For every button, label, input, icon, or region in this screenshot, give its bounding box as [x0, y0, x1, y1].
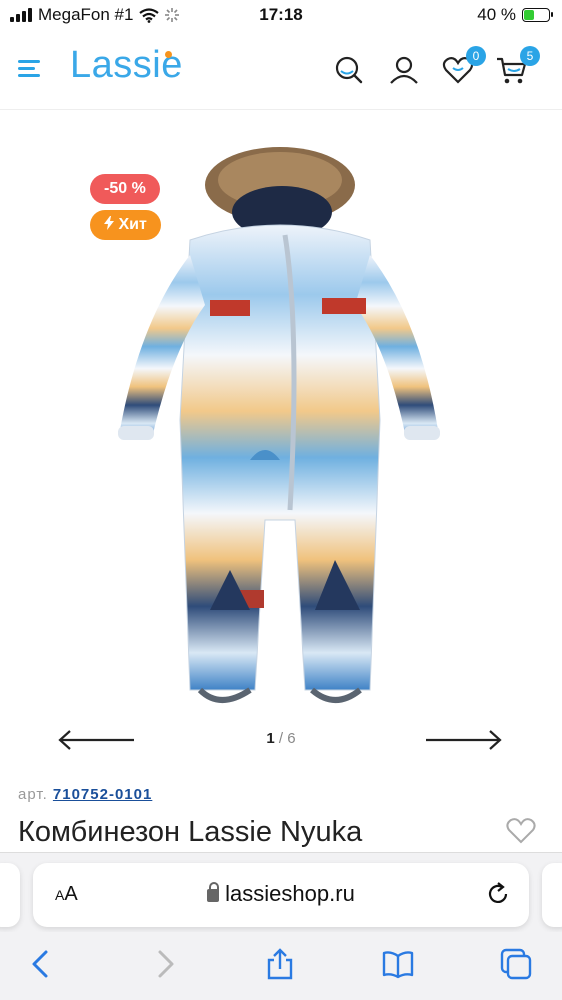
- browser-address-area: AA lassieshop.ru: [0, 852, 562, 932]
- cart-count-badge: 5: [520, 46, 540, 66]
- lightning-icon: [104, 216, 114, 230]
- favorites-button[interactable]: 0: [442, 46, 486, 86]
- tabs-icon[interactable]: [500, 948, 532, 980]
- url-text: lassieshop.ru: [225, 881, 355, 906]
- back-icon[interactable]: [26, 948, 58, 980]
- pager-separator: /: [278, 730, 284, 747]
- reload-icon[interactable]: [485, 881, 511, 907]
- hit-badge: Хит: [90, 210, 161, 240]
- product-gallery: -50 % Хит 1 / 6: [0, 110, 562, 770]
- status-bar: MegaFon #1 17:18 40 %: [0, 0, 562, 30]
- hit-badge-label: Хит: [118, 216, 147, 233]
- next-arrow-icon[interactable]: [424, 728, 504, 752]
- pager-current: 1: [266, 730, 275, 747]
- lock-icon: [207, 882, 220, 902]
- add-to-favorites-icon[interactable]: [506, 816, 536, 844]
- user-icon[interactable]: [388, 54, 420, 86]
- forward-icon[interactable]: [148, 948, 180, 980]
- sku-link[interactable]: 710752-0101: [53, 786, 152, 803]
- browser-toolbar: [0, 932, 562, 1000]
- cart-button[interactable]: 5: [496, 46, 540, 86]
- bookmarks-icon[interactable]: [382, 948, 414, 980]
- address-bar[interactable]: AA lassieshop.ru: [33, 863, 529, 927]
- previous-tab-peek[interactable]: [0, 863, 20, 927]
- search-icon[interactable]: [333, 54, 365, 86]
- next-tab-peek[interactable]: [542, 863, 562, 927]
- battery-icon: [522, 8, 553, 22]
- logo-text: Lassie: [70, 44, 183, 86]
- product-title: Комбинезон Lassie Nyuka: [18, 816, 363, 848]
- share-icon[interactable]: [264, 948, 296, 980]
- favorites-count-badge: 0: [466, 46, 486, 66]
- sale-badge: -50 %: [90, 174, 160, 204]
- logo-dot: [165, 51, 172, 58]
- pager-total: 6: [287, 730, 296, 747]
- menu-icon[interactable]: [18, 60, 42, 78]
- sku-label: арт.: [18, 786, 48, 803]
- logo[interactable]: Lassie: [70, 44, 183, 87]
- url-display[interactable]: lassieshop.ru: [33, 881, 529, 907]
- battery-percent: 40 %: [477, 5, 516, 24]
- battery-area: 40 %: [477, 5, 553, 25]
- sku-line: арт. 710752-0101: [18, 786, 152, 803]
- site-header: Lassie 0 5: [0, 30, 562, 110]
